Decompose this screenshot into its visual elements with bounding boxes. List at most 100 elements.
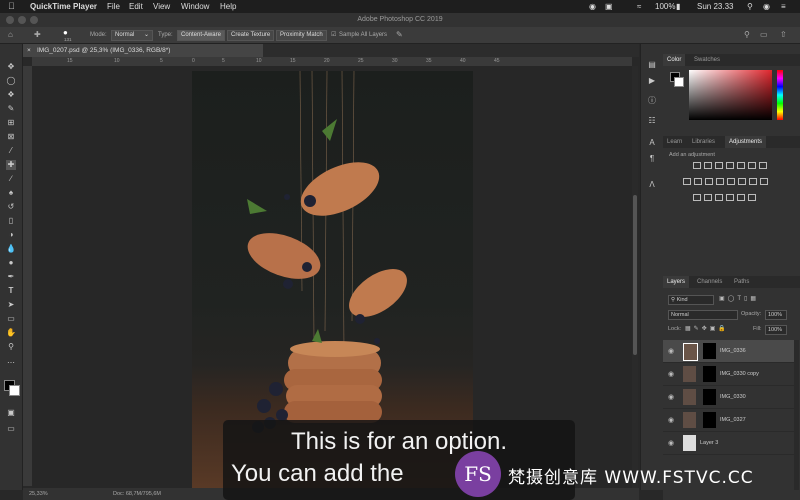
dodge-tool-icon[interactable]: ● <box>6 258 16 268</box>
adjustment-icon[interactable] <box>748 194 756 201</box>
glyphs-icon[interactable]: Λ <box>647 180 657 190</box>
zoom-tool-icon[interactable]: ⚲ <box>6 342 16 352</box>
opacity-field[interactable]: 100% <box>765 310 787 320</box>
layer-name[interactable]: IMG_0327 <box>720 415 746 425</box>
hand-tool-icon[interactable]: ✋ <box>6 328 16 338</box>
adjustment-icon[interactable] <box>748 162 756 169</box>
play-actions-icon[interactable]: ▶ <box>647 76 657 86</box>
menu-help[interactable]: Help <box>220 1 236 12</box>
visibility-eye-icon[interactable]: ◉ <box>668 416 674 424</box>
lock-icons[interactable]: ▦✎✥▣🔒 <box>685 325 729 332</box>
doc-size[interactable]: Doc: 68,7M/795,6M <box>113 488 161 500</box>
paint-bucket-tool-icon[interactable]: ◑ <box>6 230 16 240</box>
patch-tool-icon[interactable]: ✚ <box>34 30 41 40</box>
close-window-button[interactable] <box>6 16 14 24</box>
marquee-tool-icon[interactable]: ◯ <box>6 76 16 86</box>
clone-stamp-tool-icon[interactable]: ♠ <box>6 188 16 198</box>
layer-name[interactable]: IMG_0336 <box>720 346 746 356</box>
document-tab[interactable]: × IMG_0207.psd @ 25,3% (IMG_0336, RGB/8*… <box>23 44 263 57</box>
pressure-size-icon[interactable]: ✎ <box>396 30 403 40</box>
record-icon[interactable]: ◉ <box>589 1 596 12</box>
info-icon[interactable]: ⓘ <box>647 96 657 106</box>
adjustment-icon[interactable] <box>749 178 757 185</box>
adjustment-icon[interactable] <box>760 178 768 185</box>
shape-tool-icon[interactable]: ▭ <box>6 314 16 324</box>
history-icon[interactable]: ▤ <box>647 60 657 70</box>
scrollbar-thumb[interactable] <box>633 195 637 355</box>
tab-adjustments[interactable]: Adjustments <box>725 136 767 148</box>
visibility-eye-icon[interactable]: ◉ <box>668 393 674 401</box>
layer-name[interactable]: IMG_0330 copy <box>720 369 759 379</box>
menu-file[interactable]: File <box>107 1 120 12</box>
eyedropper-tool-icon[interactable]: ⁄ <box>6 146 16 156</box>
workspace-icon[interactable]: ▭ <box>760 30 768 40</box>
character-icon[interactable]: A <box>647 138 657 148</box>
mode-select[interactable]: Normal ⌄ <box>111 30 153 41</box>
menu-window[interactable]: Window <box>181 1 209 12</box>
blend-mode-select[interactable]: Normal <box>668 310 738 320</box>
create-texture-button[interactable]: Create Texture <box>227 30 275 41</box>
home-icon[interactable]: ⌂ <box>8 30 13 40</box>
adjustment-icon[interactable] <box>704 162 712 169</box>
crop-tool-icon[interactable]: ⊞ <box>6 118 16 128</box>
apple-icon[interactable]:  <box>8 1 15 12</box>
lock-status-icon[interactable]: ▣ <box>605 1 613 12</box>
minimize-window-button[interactable] <box>18 16 26 24</box>
tab-color[interactable]: Color <box>663 54 686 66</box>
frame-tool-icon[interactable]: ⊠ <box>6 132 16 142</box>
adjustment-icon[interactable] <box>738 178 746 185</box>
path-select-tool-icon[interactable]: ➤ <box>6 300 16 310</box>
quick-select-tool-icon[interactable]: ✎ <box>6 104 16 114</box>
zoom-level[interactable]: 25,33% <box>29 488 48 500</box>
adjustment-icon[interactable] <box>693 194 701 201</box>
tab-libraries[interactable]: Libraries <box>688 136 719 148</box>
adjustment-icon[interactable] <box>716 178 724 185</box>
adjustment-icon[interactable] <box>726 194 734 201</box>
adjustment-icon[interactable] <box>693 162 701 169</box>
more-tools-icon[interactable]: ⋯ <box>6 358 16 368</box>
menu-edit[interactable]: Edit <box>129 1 143 12</box>
adjustment-icon[interactable] <box>694 178 702 185</box>
lasso-tool-icon[interactable]: ❖ <box>6 90 16 100</box>
adjustment-icon[interactable] <box>726 162 734 169</box>
hue-slider[interactable] <box>777 70 783 120</box>
adjustment-icon[interactable] <box>737 194 745 201</box>
layer-filter-select[interactable]: ⚲ Kind <box>668 295 714 305</box>
layer-row[interactable]: ◉ IMG_0330 copy <box>663 363 794 386</box>
adjustment-icon[interactable] <box>715 194 723 201</box>
layer-name[interactable]: IMG_0330 <box>720 392 746 402</box>
background-color-swatch[interactable] <box>9 385 20 396</box>
visibility-eye-icon[interactable]: ◉ <box>668 347 674 355</box>
layer-row[interactable]: ◉ IMG_0330 <box>663 386 794 409</box>
layer-row[interactable]: ◉ IMG_0336 <box>663 340 794 363</box>
adjustment-icon[interactable] <box>683 178 691 185</box>
filter-icons[interactable]: ▣◯T▯▦ <box>719 295 759 302</box>
eraser-tool-icon[interactable]: ▯ <box>6 216 16 226</box>
proximity-match-button[interactable]: Proximity Match <box>276 30 327 41</box>
sample-all-layers-checkbox[interactable]: ☑ <box>331 30 336 40</box>
blur-tool-icon[interactable]: 💧 <box>6 244 16 254</box>
clock[interactable]: Sun 23.33 <box>697 1 733 12</box>
adjustment-icon[interactable] <box>727 178 735 185</box>
tab-layers[interactable]: Layers <box>663 276 690 288</box>
quick-mask-icon[interactable]: ▣ <box>6 408 16 418</box>
properties-icon[interactable]: ☷ <box>647 116 657 126</box>
menu-view[interactable]: View <box>153 1 170 12</box>
adjustment-icon[interactable] <box>715 162 723 169</box>
layer-row[interactable]: ◉ IMG_0327 <box>663 409 794 432</box>
content-aware-button[interactable]: Content-Aware <box>177 30 225 41</box>
background-color-swatch[interactable] <box>674 77 684 87</box>
color-field[interactable] <box>689 70 772 120</box>
paragraph-icon[interactable]: ¶ <box>647 154 657 164</box>
adjustment-icon[interactable] <box>704 194 712 201</box>
tab-paths[interactable]: Paths <box>730 276 753 288</box>
tab-learn[interactable]: Learn <box>663 136 686 148</box>
wifi-icon[interactable]: ≈ <box>637 1 641 12</box>
adjustment-icon[interactable] <box>705 178 713 185</box>
notification-icon[interactable]: ≡ <box>781 1 786 12</box>
healing-brush-tool-icon[interactable]: ✚ <box>6 160 16 170</box>
search-icon[interactable]: ⚲ <box>747 1 753 12</box>
battery-percent[interactable]: 100% <box>655 1 675 12</box>
screen-mode-icon[interactable]: ▭ <box>6 424 16 434</box>
fill-field[interactable]: 100% <box>765 325 787 335</box>
